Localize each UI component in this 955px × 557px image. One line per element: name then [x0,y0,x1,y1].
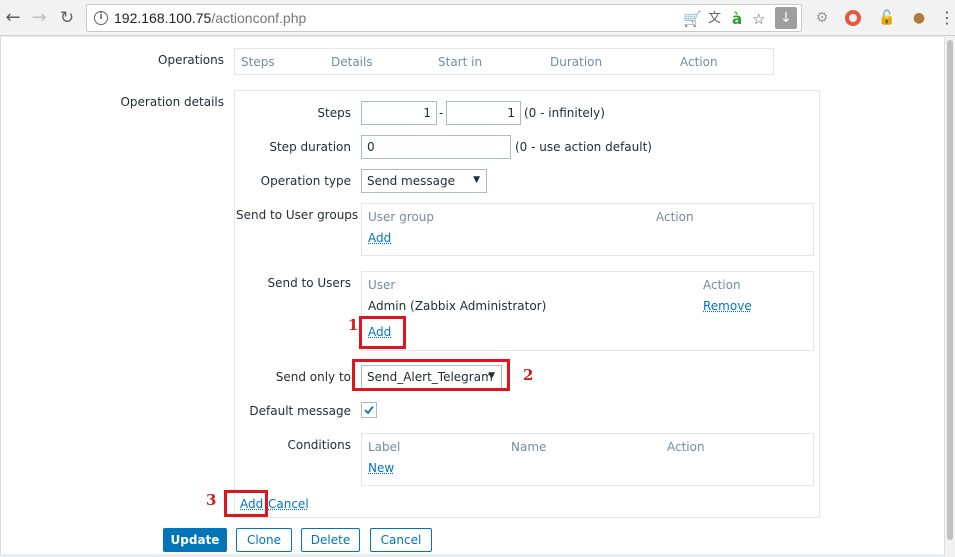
browser-extension-circle-icon[interactable] [845,10,861,26]
cancel-button[interactable]: Cancel [370,528,432,552]
step-duration-label: Step duration [269,140,351,154]
operation-type-label: Operation type [260,174,351,188]
steps-to-input[interactable] [446,101,521,125]
annotation-marker-1: 1 [348,316,359,334]
user-row-name: Admin (Zabbix Administrator) [368,299,547,313]
dictionary-extension-icon[interactable]: à [732,10,742,28]
step-duration-input[interactable] [361,135,511,159]
cookie-icon[interactable]: ● [910,9,928,27]
col-name: Name [511,440,547,454]
col-label: Label [368,440,401,454]
translate-icon[interactable]: 文 [708,10,721,28]
annotation-marker-3: 3 [206,491,217,509]
steps-hint: (0 - infinitely) [524,106,605,120]
extension-icon[interactable]: ⚙ [813,9,831,27]
col-user: User [368,278,396,292]
users-table: User Action Admin (Zabbix Administrator)… [361,271,814,351]
chevron-down-icon: ▼ [488,371,495,381]
default-message-checkbox[interactable] [361,402,377,418]
add-operation-link[interactable]: Add [240,497,263,511]
col-action: Action [680,55,718,69]
col-duration: Duration [550,55,603,69]
cancel-operation-link[interactable]: Cancel [268,497,309,511]
steps-label: Steps [317,106,351,120]
bookmark-star-icon[interactable]: ☆ [752,10,765,28]
chevron-down-icon: ▼ [473,175,480,185]
steps-separator: - [439,106,444,120]
conditions-label: Conditions [287,438,351,452]
update-button[interactable]: Update [163,528,227,552]
back-arrow-icon[interactable]: ← [2,7,24,29]
steps-from-input[interactable] [361,101,437,125]
annotation-marker-2: 2 [523,366,534,384]
col-user-group: User group [368,210,435,224]
col-start-in: Start in [438,55,483,69]
remove-user-link[interactable]: Remove [703,299,752,313]
add-user-group-link[interactable]: Add [368,231,391,245]
user-groups-table: User group Action Add [361,203,814,256]
url-text[interactable]: 192.168.100.75/actionconf.php [114,10,306,26]
cart-extension-icon[interactable]: 🛒 [683,10,702,28]
operations-label: Operations [158,53,224,67]
download-icon[interactable]: ↓ [775,7,797,29]
scrollbar-thumb[interactable] [947,40,953,540]
col-action: Action [667,440,705,454]
col-action: Action [656,210,694,224]
add-user-link[interactable]: Add [368,325,391,339]
browser-toolbar: ← → ↻ i 192.168.100.75/actionconf.php 🛒 … [0,0,955,36]
operation-type-select[interactable]: Send message ▼ [361,169,487,193]
step-duration-hint: (0 - use action default) [515,140,652,154]
delete-button[interactable]: Delete [301,528,360,552]
send-only-to-label: Send only to [275,370,351,384]
operation-details-label: Operation details [120,95,224,109]
col-details: Details [331,55,373,69]
address-bar[interactable]: i 192.168.100.75/actionconf.php 🛒 文 à ☆ … [86,4,802,32]
clone-button[interactable]: Clone [236,528,292,552]
user-groups-label: Send to User groups [236,208,359,222]
send-only-to-select[interactable]: Send_Alert_Telegram ▼ [361,365,502,389]
new-condition-link[interactable]: New [368,461,394,475]
menu-icon[interactable]: ⋮ [938,9,955,27]
col-steps: Steps [241,55,275,69]
unlock-icon[interactable]: 🔓 [878,9,896,27]
users-label: Send to Users [267,276,351,290]
reload-icon[interactable]: ↻ [56,7,78,29]
forward-arrow-icon[interactable]: → [28,7,50,29]
default-message-label: Default message [249,404,351,418]
conditions-table: Label Name Action New [361,433,814,486]
info-icon[interactable]: i [94,11,108,25]
operations-table: Steps Details Start in Duration Action [234,48,774,75]
checkmark-icon [364,405,374,415]
col-action: Action [703,278,741,292]
